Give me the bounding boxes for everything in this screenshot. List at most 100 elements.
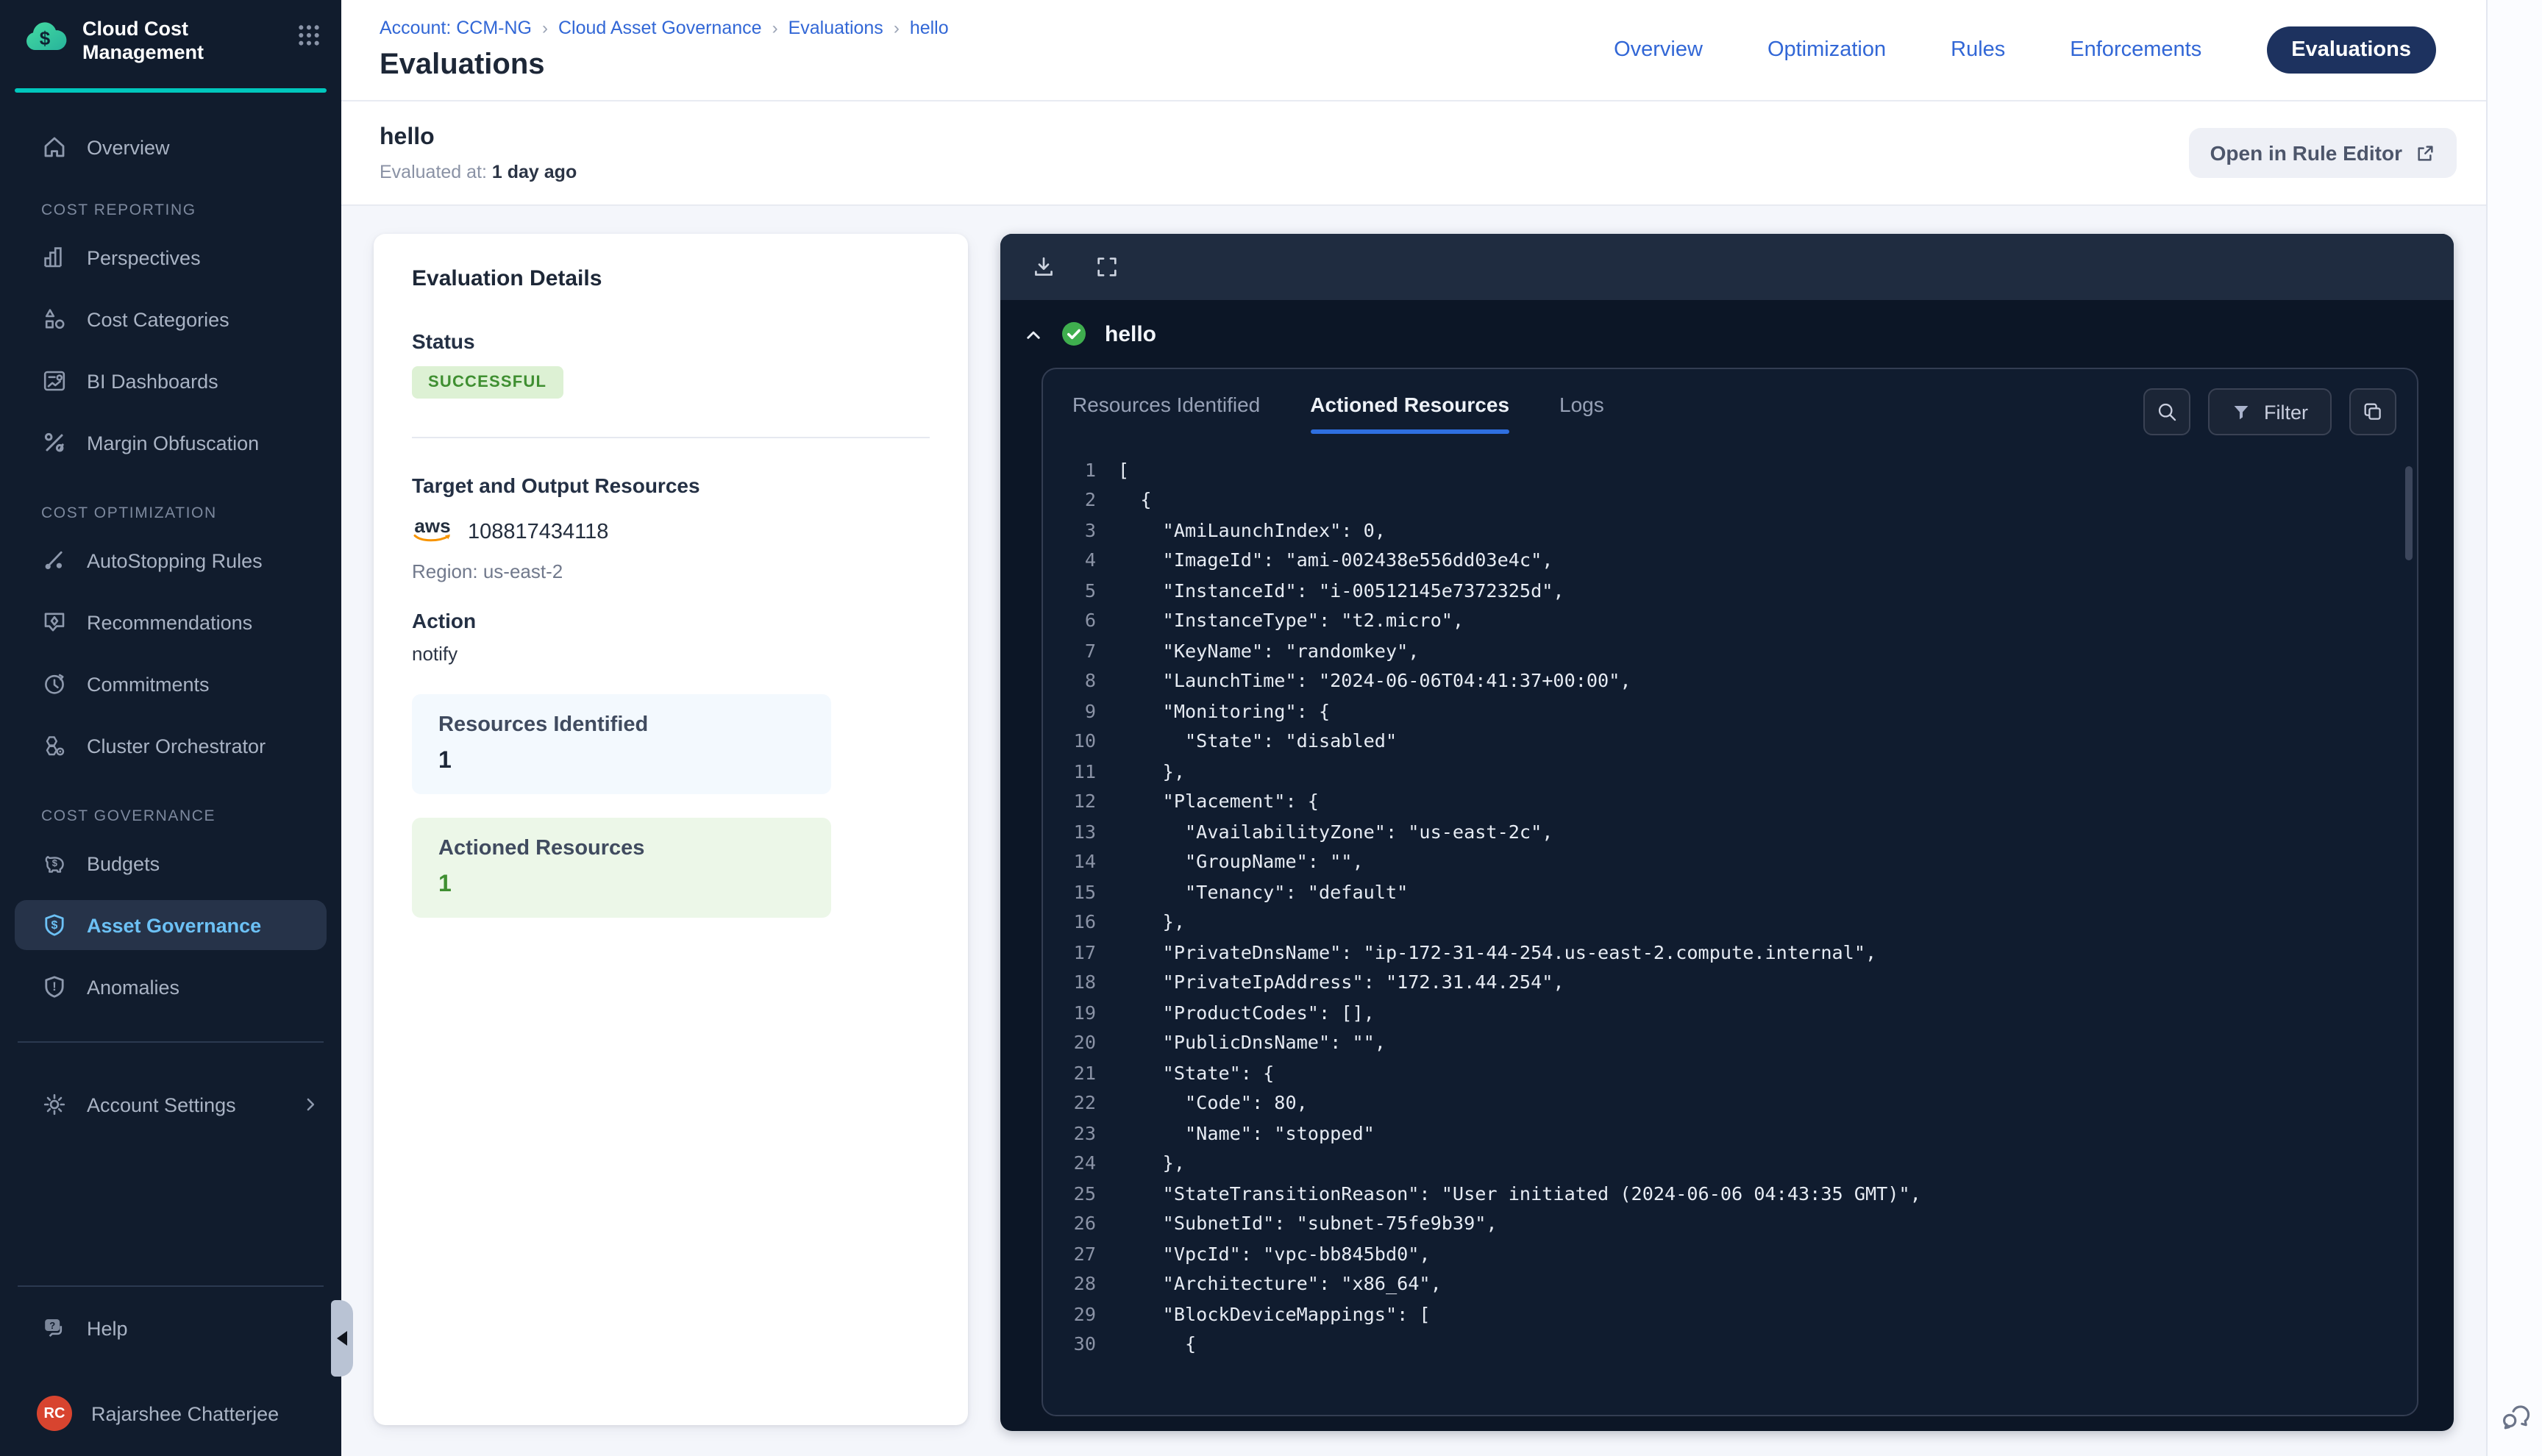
- open-in-rule-editor-button[interactable]: Open in Rule Editor: [2190, 128, 2457, 178]
- line-number: 23: [1043, 1122, 1096, 1144]
- code-line: 5 "InstanceId": "i-00512145e7372325d",: [1043, 575, 2417, 605]
- breadcrumb-separator-icon: ›: [772, 18, 778, 38]
- sidebar-item-account-settings[interactable]: Account Settings: [0, 1079, 341, 1130]
- shield-alert-icon: !: [41, 974, 68, 1000]
- sidebar: $ Cloud Cost Management Overview COST RE…: [0, 0, 341, 1456]
- nav-link-enforcements[interactable]: Enforcements: [2070, 38, 2201, 62]
- evaluation-results-panel: hello Resources Identified: [1000, 234, 2454, 1431]
- page-header: Account: CCM-NG › Cloud Asset Governance…: [341, 0, 2486, 101]
- breadcrumb-separator-icon: ›: [894, 18, 900, 38]
- line-content: "KeyName": "randomkey",: [1118, 640, 1419, 662]
- breadcrumb-link[interactable]: Account: CCM-NG: [380, 18, 532, 38]
- cloud-dollar-logo-icon: $: [24, 18, 68, 56]
- code-line: 26 "SubnetId": "subnet-75fe9b39",: [1043, 1208, 2417, 1238]
- sidebar-item-bi-dashboards[interactable]: BI Dashboards: [0, 356, 341, 406]
- page-title: Evaluations: [380, 49, 949, 82]
- code-line: 29 "BlockDeviceMappings": [: [1043, 1299, 2417, 1329]
- code-line: 30 {: [1043, 1329, 2417, 1359]
- nav-link-optimization[interactable]: Optimization: [1767, 38, 1886, 62]
- line-content: "Tenancy": "default": [1118, 881, 1408, 903]
- home-icon: [41, 134, 68, 160]
- header-left: Account: CCM-NG › Cloud Asset Governance…: [380, 0, 949, 100]
- sidebar-section-label: COST GOVERNANCE: [0, 807, 341, 827]
- collapse-chevron-up-icon[interactable]: [1024, 324, 1043, 343]
- code-line: 8 "LaunchTime": "2024-06-06T04:41:37+00:…: [1043, 665, 2417, 696]
- sidebar-item-cost-categories[interactable]: Cost Categories: [0, 294, 341, 344]
- code-line: 21 "State": {: [1043, 1057, 2417, 1088]
- support-chat-icon[interactable]: [2499, 1400, 2532, 1432]
- fullscreen-icon[interactable]: [1094, 254, 1119, 279]
- sidebar-group-cost-governance: $ Budgets $ Asset Governance ! Anomalies: [0, 827, 341, 1012]
- line-number: 21: [1043, 1062, 1096, 1084]
- breadcrumb-link[interactable]: hello: [910, 18, 949, 38]
- tab-resources-identified[interactable]: Resources Identified: [1072, 393, 1260, 434]
- line-content: "VpcId": "vpc-bb845bd0",: [1118, 1243, 1431, 1265]
- tab-logs[interactable]: Logs: [1559, 393, 1604, 434]
- sidebar-collapse-handle[interactable]: [331, 1300, 353, 1377]
- history-clock-icon: [41, 671, 68, 697]
- content-area: Evaluation Details Status SUCCESSFUL Tar…: [341, 207, 2486, 1456]
- sidebar-item-commitments[interactable]: Commitments: [0, 659, 341, 709]
- line-content: "BlockDeviceMappings": [: [1118, 1303, 1431, 1325]
- sidebar-item-label: Cluster Orchestrator: [87, 735, 266, 757]
- line-content: {: [1118, 1333, 1196, 1355]
- line-content: "AvailabilityZone": "us-east-2c",: [1118, 821, 1553, 843]
- line-number: 15: [1043, 881, 1096, 903]
- code-line: 24 },: [1043, 1148, 2417, 1178]
- app-switcher-grid-icon[interactable]: [297, 24, 321, 47]
- breadcrumb-link[interactable]: Cloud Asset Governance: [558, 18, 762, 38]
- actioned-resources-box: Actioned Resources 1: [412, 818, 831, 918]
- code-line: 9 "Monitoring": {: [1043, 696, 2417, 726]
- json-code-viewer: 1 [ 2 { 3 "AmiLaunchIndex":: [1043, 454, 2417, 1415]
- sidebar-item-help[interactable]: ? Help: [0, 1303, 341, 1353]
- nav-link-evaluations-active[interactable]: Evaluations: [2266, 26, 2436, 74]
- actioned-resources-value: 1: [438, 872, 805, 899]
- sidebar-item-recommendations[interactable]: Recommendations: [0, 597, 341, 647]
- code-line: 1 [: [1043, 454, 2417, 485]
- line-number: 1: [1043, 459, 1096, 481]
- evaluation-result-row: hello: [1000, 300, 2454, 359]
- sidebar-item-perspectives[interactable]: Perspectives: [0, 232, 341, 282]
- copy-icon: [2361, 400, 2385, 424]
- evaluated-at-value: 1 day ago: [492, 161, 577, 182]
- evaluation-subheader: hello Evaluated at: 1 day ago Open in Ru…: [341, 101, 2486, 206]
- line-content: [: [1118, 459, 1129, 481]
- code-line: 3 "AmiLaunchIndex": 0,: [1043, 515, 2417, 545]
- line-number: 20: [1043, 1032, 1096, 1054]
- cloud-cost-management-app: $ Cloud Cost Management Overview COST RE…: [0, 0, 2542, 1456]
- line-number: 16: [1043, 911, 1096, 933]
- recommendation-icon: [41, 609, 68, 635]
- sidebar-item-label: Cost Categories: [87, 308, 229, 330]
- avatar: RC: [37, 1396, 72, 1431]
- line-number: 29: [1043, 1303, 1096, 1325]
- scrollbar-thumb[interactable]: [2405, 466, 2413, 560]
- svg-text:!: !: [52, 979, 57, 993]
- resources-tabs: Resources Identified Actioned Resources: [1072, 393, 1604, 434]
- status-label: Status: [412, 329, 930, 353]
- line-content: "Name": "stopped": [1118, 1122, 1375, 1144]
- filter-button[interactable]: Filter: [2208, 388, 2332, 435]
- line-number: 13: [1043, 821, 1096, 843]
- sidebar-item-autostopping-rules[interactable]: AutoStopping Rules: [0, 535, 341, 585]
- breadcrumb-link[interactable]: Evaluations: [788, 18, 883, 38]
- code-line: 11 },: [1043, 756, 2417, 786]
- line-content: "Code": 80,: [1118, 1092, 1308, 1114]
- sidebar-item-margin-obfuscation[interactable]: Margin Obfuscation: [0, 418, 341, 468]
- line-content: "ImageId": "ami-002438e556dd03e4c",: [1118, 549, 1553, 571]
- download-icon[interactable]: [1031, 254, 1056, 279]
- sidebar-item-label: Margin Obfuscation: [87, 432, 259, 454]
- sidebar-item-overview[interactable]: Overview: [0, 122, 341, 172]
- line-number: 11: [1043, 760, 1096, 782]
- copy-button[interactable]: [2349, 388, 2396, 435]
- user-menu[interactable]: RC Rajarshee Chatterjee: [0, 1388, 341, 1438]
- sidebar-item-budgets[interactable]: $ Budgets: [0, 838, 341, 888]
- line-number: 18: [1043, 971, 1096, 993]
- search-button[interactable]: [2143, 388, 2190, 435]
- tab-actioned-resources[interactable]: Actioned Resources: [1310, 393, 1509, 434]
- sidebar-item-anomalies[interactable]: ! Anomalies: [0, 962, 341, 1012]
- sidebar-item-asset-governance[interactable]: $ Asset Governance: [15, 900, 327, 950]
- sidebar-item-cluster-orchestrator[interactable]: Cluster Orchestrator: [0, 721, 341, 771]
- nav-link-overview[interactable]: Overview: [1614, 38, 1703, 62]
- line-number: 19: [1043, 1002, 1096, 1024]
- nav-link-rules[interactable]: Rules: [1951, 38, 2005, 62]
